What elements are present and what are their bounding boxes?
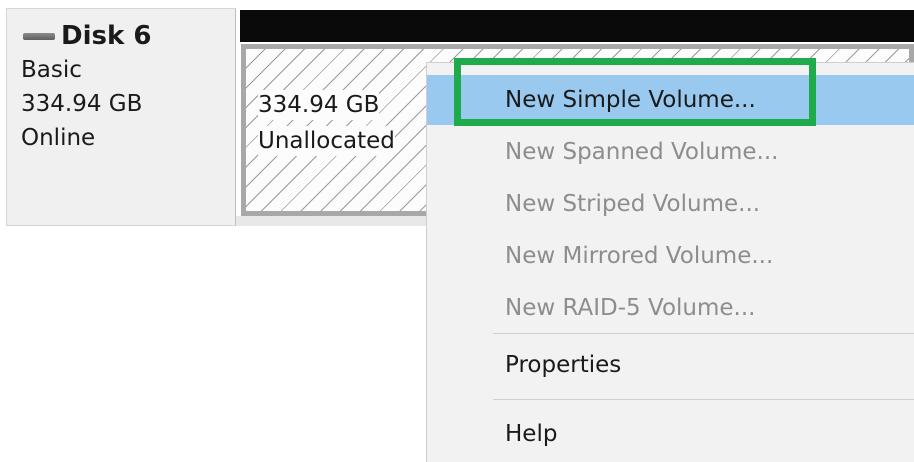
disk-name: Disk 6 bbox=[61, 21, 152, 51]
menu-item-new-striped-volume[interactable]: New Striped Volume... bbox=[427, 179, 914, 229]
menu-item-new-simple-volume[interactable]: New Simple Volume... bbox=[427, 75, 914, 125]
disk-size: 334.94 GB bbox=[21, 91, 143, 117]
disk-status: Online bbox=[21, 125, 96, 151]
disk-drive-icon bbox=[23, 32, 55, 40]
menu-separator bbox=[493, 333, 914, 334]
menu-item-help[interactable]: Help bbox=[427, 409, 914, 459]
context-menu: New Simple Volume... New Spanned Volume.… bbox=[426, 62, 914, 462]
menu-item-properties[interactable]: Properties bbox=[427, 340, 914, 390]
menu-item-new-raid5-volume[interactable]: New RAID-5 Volume... bbox=[427, 283, 914, 333]
volume-state: Unallocated bbox=[258, 126, 395, 156]
partition-header-bar bbox=[240, 10, 914, 42]
disk-name-row: Disk 6 bbox=[23, 21, 151, 51]
menu-separator bbox=[493, 399, 914, 400]
volume-size: 334.94 GB bbox=[258, 90, 380, 120]
menu-item-new-spanned-volume[interactable]: New Spanned Volume... bbox=[427, 127, 914, 177]
disk-info-panel[interactable]: Disk 6 Basic 334.94 GB Online bbox=[6, 8, 236, 226]
disk-type: Basic bbox=[21, 57, 82, 83]
menu-item-new-mirrored-volume[interactable]: New Mirrored Volume... bbox=[427, 231, 914, 281]
